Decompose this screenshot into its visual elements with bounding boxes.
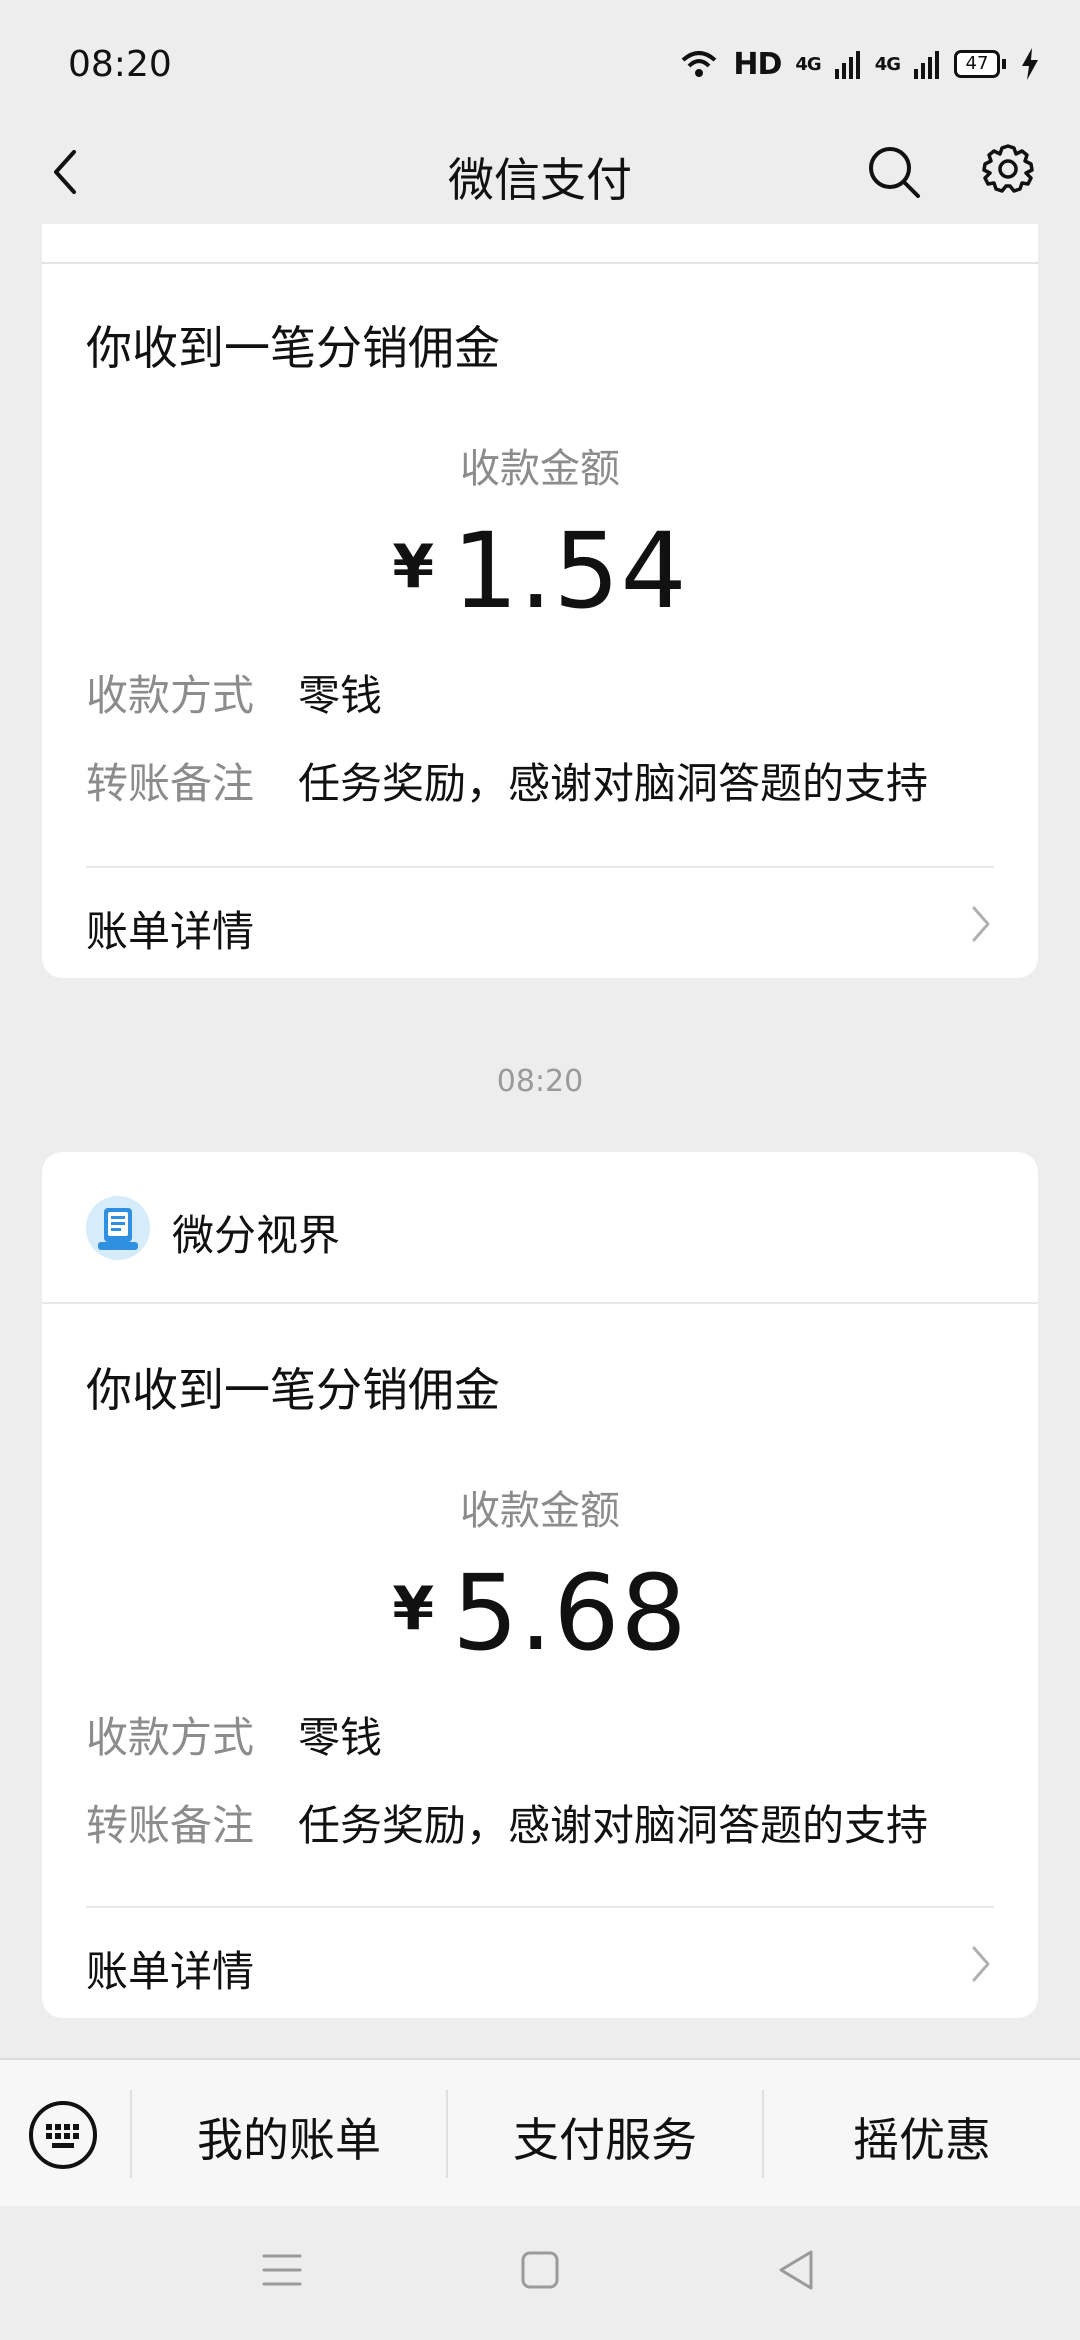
transfer-note-label: 转账备注 [86,1801,255,1850]
bottom-menu: 我的账单 支付服务 摇优惠 [0,2058,1080,2208]
amount-display: ¥ 5.68 [42,1552,1038,1674]
menu-icon[interactable] [262,2250,302,2290]
card-headline: 你收到一笔分销佣金 [86,1363,500,1417]
payment-method-value: 零钱 [298,1713,383,1762]
transfer-note-label: 转账备注 [86,759,255,808]
payment-card: 你收到一笔分销佣金 收款金额 ¥ 1.54 收款方式 零钱 转账备注 任务奖励，… [42,224,1038,978]
square-icon[interactable] [520,2250,560,2290]
charging-icon [1022,48,1038,80]
card-headline: 你收到一笔分销佣金 [86,321,500,375]
wifi-icon [682,51,717,77]
signal-icon [834,51,860,79]
menu-my-bills[interactable]: 我的账单 [132,2104,446,2170]
merchant-logo [86,1196,150,1260]
status-time: 08:20 [68,44,172,85]
currency-symbol: ¥ [392,532,435,602]
currency-symbol: ¥ [392,1574,435,1644]
message-timestamp: 08:20 [496,1064,584,1099]
bill-detail-link[interactable]: 账单详情 [86,868,994,978]
keyboard-icon[interactable] [28,2100,98,2170]
system-nav-bar [0,2206,1080,2340]
transfer-note-value: 任务奖励，感谢对脑洞答题的支持 [298,759,929,808]
chevron-right-icon [972,1946,990,1982]
merchant-name: 微分视界 [172,1211,341,1260]
amount-label: 收款金额 [460,1488,620,1534]
triangle-back-icon[interactable] [776,2248,816,2292]
bill-detail-label: 账单详情 [86,907,255,956]
signal-label-1: 4G [795,53,821,75]
amount-display: ¥ 1.54 [42,510,1038,632]
gear-icon[interactable] [976,140,1040,204]
status-icons: HD 4G 4G 47 [679,44,1040,84]
payment-method-label: 收款方式 [86,671,255,720]
battery-icon: 47 [954,50,1006,78]
network-type: HD [733,46,782,82]
transfer-note-value: 任务奖励，感谢对脑洞答题的支持 [298,1801,929,1850]
bill-detail-link[interactable]: 账单详情 [86,1908,994,2018]
menu-payment-services[interactable]: 支付服务 [448,2104,762,2170]
battery-level: 47 [954,50,1000,78]
search-icon[interactable] [864,142,924,202]
card-divider [42,262,1038,264]
amount-label: 收款金额 [460,446,620,492]
status-bar: 08:20 HD 4G 4G 47 [0,0,1080,120]
menu-shake-discount[interactable]: 摇优惠 [764,2104,1080,2170]
signal-icon [914,51,939,79]
payment-method-label: 收款方式 [86,1713,255,1762]
bill-detail-label: 账单详情 [86,1947,255,1996]
payment-card: 微分视界 你收到一笔分销佣金 收款金额 ¥ 5.68 收款方式 零钱 转账备注 … [42,1152,1038,2018]
payment-method-value: 零钱 [298,671,383,720]
title-bar: 微信支付 [0,120,1080,224]
card-header[interactable]: 微分视界 [42,1152,1038,1304]
chevron-right-icon [972,906,990,942]
amount-value: 1.54 [452,510,688,632]
amount-value: 5.68 [452,1552,688,1674]
signal-label-2: 4G [874,53,901,75]
